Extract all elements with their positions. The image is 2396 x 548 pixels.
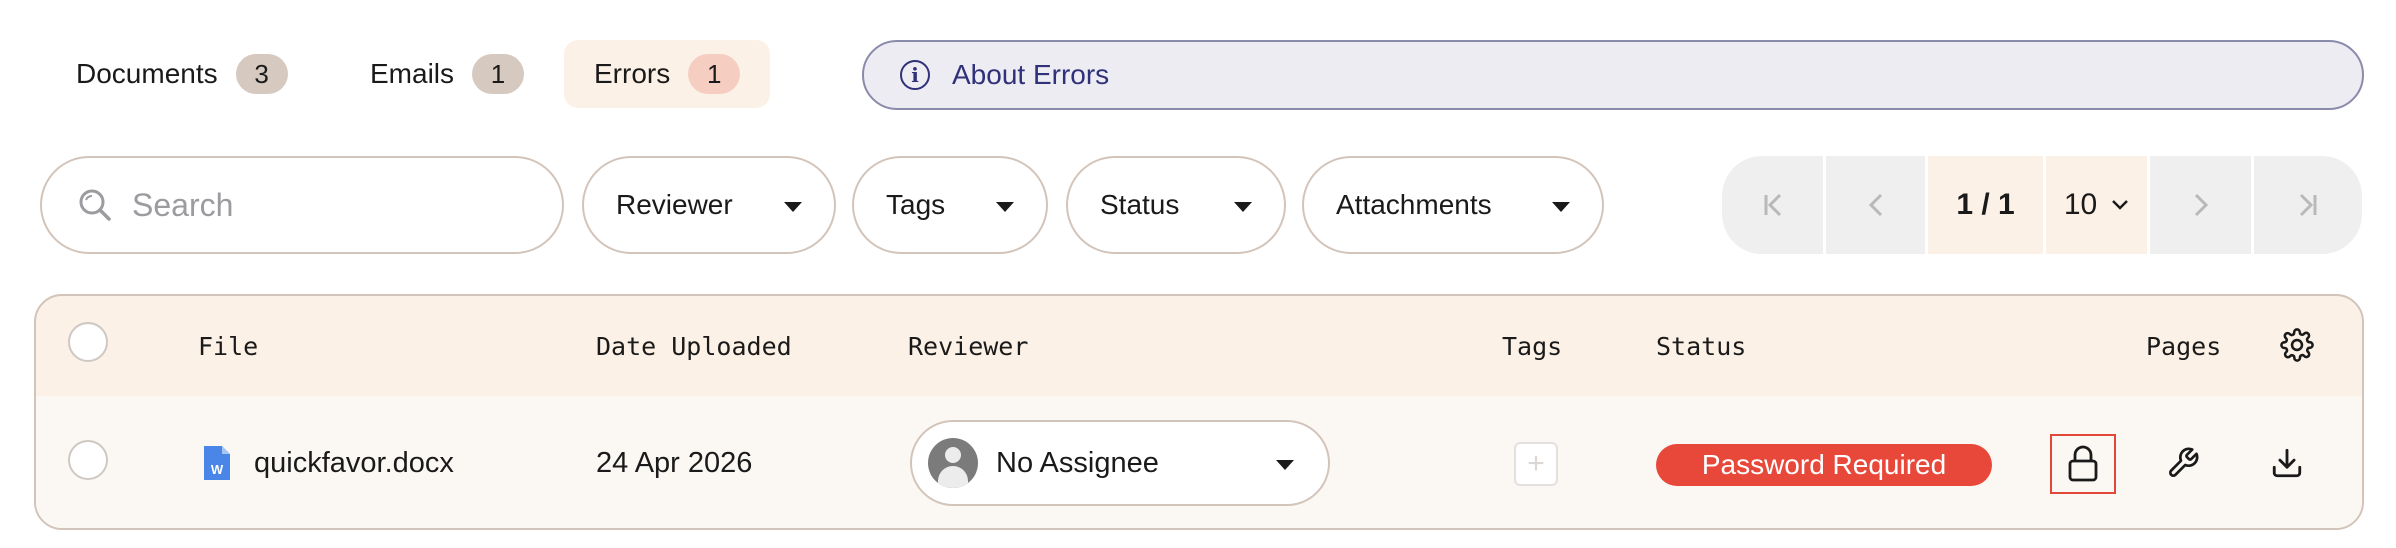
attachments-filter[interactable]: Attachments [1302,156,1604,254]
tab-emails[interactable]: Emails 1 [340,40,554,108]
status-filter[interactable]: Status [1066,156,1286,254]
reviewer-value: No Assignee [996,446,1159,479]
info-icon: i [900,60,930,90]
chevron-down-icon [1234,202,1252,212]
tab-documents[interactable]: Documents 3 [46,40,318,108]
search-icon [79,189,111,221]
add-tag-button[interactable]: + [1514,442,1558,486]
date-uploaded: 24 Apr 2026 [596,447,753,479]
column-settings-button[interactable] [2272,320,2322,370]
page-size-value: 10 [2063,188,2098,221]
file-name[interactable]: quickfavor.docx [254,447,454,480]
tags-filter-label: Tags [886,189,946,220]
first-page-icon [1764,193,1781,217]
page-size-select[interactable]: 10 [2046,156,2150,254]
tab-documents-label: Documents [76,58,218,89]
chevron-down-icon [784,202,802,212]
download-icon [2272,448,2302,478]
tab-errors-count: 1 [688,54,741,94]
select-all-checkbox[interactable] [68,322,108,362]
chevron-down-icon [2112,200,2129,210]
tab-errors-label: Errors [594,58,671,89]
column-header-date[interactable]: Date Uploaded [596,332,792,361]
column-header-file[interactable]: File [198,332,258,361]
page-indicator: 1 / 1 [1928,156,2046,254]
wrench-icon [2169,447,2199,477]
about-errors-label: About Errors [952,59,1110,90]
tab-emails-label: Emails [370,58,455,89]
reviewer-select[interactable]: No Assignee [910,420,1330,506]
column-header-pages[interactable]: Pages [2146,332,2221,361]
chevron-down-icon [996,202,1014,212]
reviewer-filter[interactable]: Reviewer [582,156,836,254]
gear-icon [2280,328,2314,362]
last-page-button[interactable] [2254,156,2362,254]
table-row[interactable]: W quickfavor.docx 24 Apr 2026 No Assigne… [36,396,2362,528]
next-page-button[interactable] [2150,156,2254,254]
column-header-tags[interactable]: Tags [1502,332,1562,361]
last-page-icon [2299,193,2317,217]
tab-errors[interactable]: Errors 1 [564,40,771,108]
about-errors-banner[interactable]: i About Errors [862,40,2364,110]
column-header-reviewer[interactable]: Reviewer [908,332,1028,361]
download-button[interactable] [2262,438,2312,488]
chevron-left-icon [1868,193,1882,217]
lock-icon [2068,445,2098,482]
first-page-button[interactable] [1722,156,1826,254]
chevron-down-icon [1552,202,1570,212]
reviewer-filter-label: Reviewer [616,189,733,220]
chevron-down-icon [1276,460,1294,470]
prev-page-button[interactable] [1826,156,1928,254]
chevron-right-icon [2194,193,2208,217]
word-document-icon: W [204,446,230,480]
search-input[interactable] [132,186,512,224]
status-badge: Password Required [1656,444,1992,486]
unlock-button[interactable] [2050,434,2116,494]
repair-button[interactable] [2158,438,2208,488]
table-header: File Date Uploaded Reviewer Tags Status … [36,296,2362,396]
documents-table: File Date Uploaded Reviewer Tags Status … [34,294,2364,530]
attachments-filter-label: Attachments [1336,189,1492,220]
row-checkbox[interactable] [68,440,108,480]
svg-text:W: W [211,462,224,477]
tab-emails-count: 1 [472,54,525,94]
status-filter-label: Status [1100,189,1180,220]
pagination: 1 / 1 10 [1722,156,2362,254]
column-header-status[interactable]: Status [1656,332,1746,361]
search-box[interactable] [40,156,564,254]
tags-filter[interactable]: Tags [852,156,1048,254]
avatar [928,438,978,488]
tab-documents-count: 3 [235,54,288,94]
